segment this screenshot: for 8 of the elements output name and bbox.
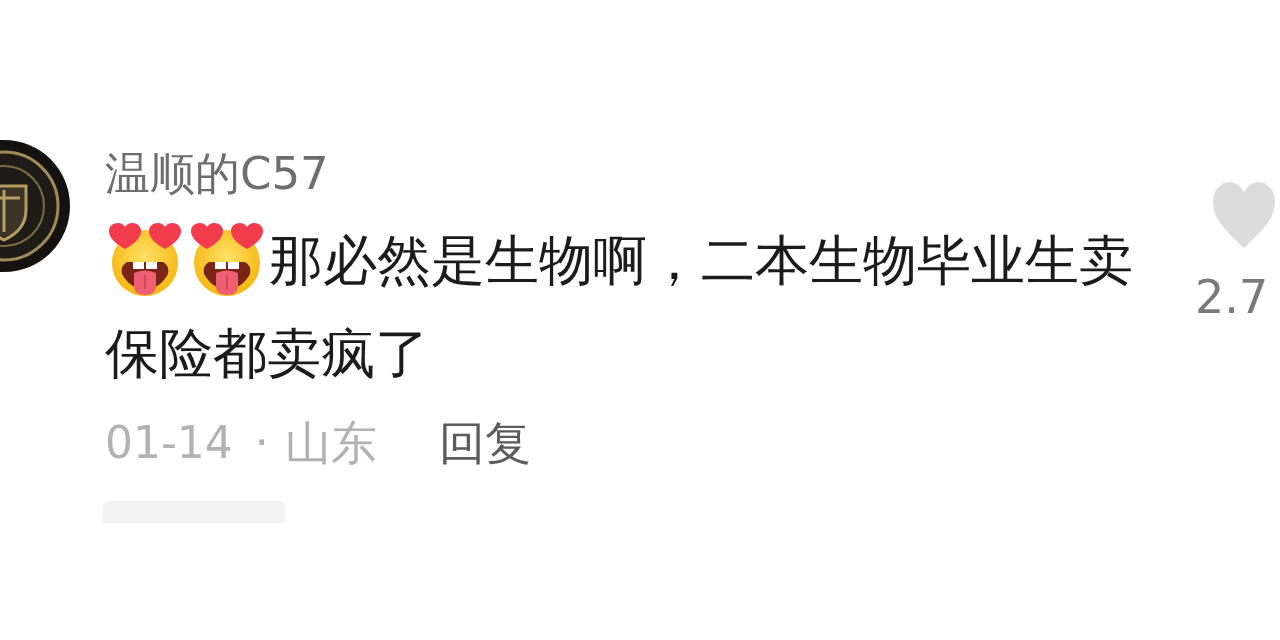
like-count: 2.7 (1195, 270, 1269, 326)
comment-date: 01-14 (105, 417, 233, 470)
username[interactable]: 温顺的C57 (105, 147, 329, 201)
separator-dot: · (254, 417, 269, 470)
comment-text: 保险都卖疯了 (105, 321, 429, 387)
reply-button[interactable]: 回复 (438, 416, 531, 472)
comment-location: 山东 (284, 416, 377, 472)
comment-text: 那必然是生物啊，二本生物毕业生卖 (269, 228, 1133, 294)
